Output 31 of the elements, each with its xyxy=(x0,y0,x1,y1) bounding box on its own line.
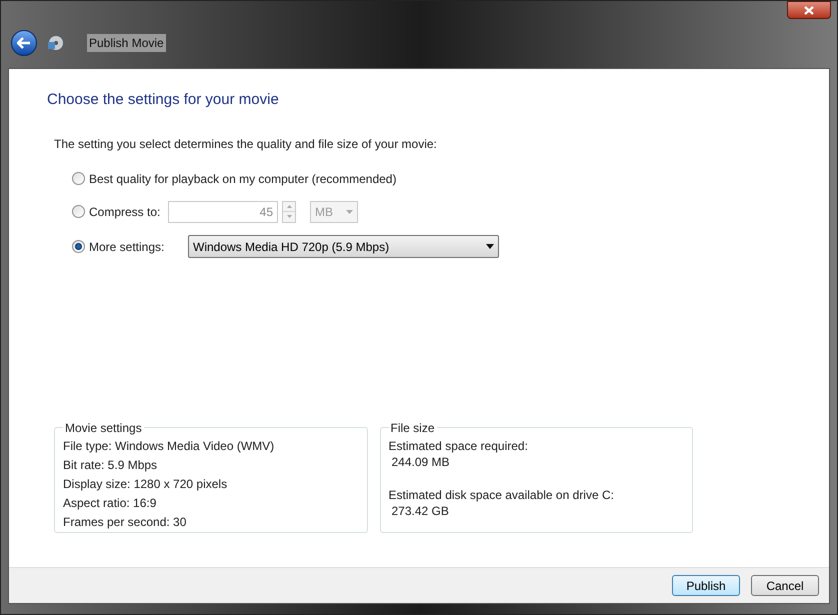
option-label: Compress to: xyxy=(89,204,162,220)
option-label: More settings: xyxy=(89,238,166,256)
size-label: Estimated disk space available on drive C: xyxy=(388,486,615,502)
setting-text: File type: Windows Media Video (WMV) xyxy=(63,438,276,454)
setting-text: Bit rate: 5.9 Mbps xyxy=(63,456,158,472)
setting-text: Display size: 1280 x 720 pixels xyxy=(63,476,228,492)
radio-button[interactable] xyxy=(72,172,85,185)
intro-text: The setting you select determines the quality and file size of your movie: xyxy=(54,136,438,152)
radio-button[interactable] xyxy=(72,240,85,253)
caret-icon xyxy=(346,210,353,214)
window-title: Publish Movie xyxy=(87,34,166,52)
setting-text: Aspect ratio: 16:9 xyxy=(63,494,158,510)
page-heading: Choose the settings for your movie xyxy=(47,90,280,110)
caret-icon xyxy=(486,244,494,249)
size-value: 244.09 MB xyxy=(392,454,451,470)
settings-dropdown[interactable]: Windows Media HD 720p (5.9 Mbps) xyxy=(188,235,499,258)
movie-disc-icon xyxy=(47,35,63,51)
dialog-button[interactable]: Cancel xyxy=(751,575,819,596)
option-label: Best quality for playback on my computer (recommended) xyxy=(89,170,396,188)
back-arrow-icon xyxy=(17,37,31,49)
size-value: 273.42 GB xyxy=(392,502,450,518)
close-icon xyxy=(804,6,814,14)
close-button[interactable] xyxy=(787,1,831,19)
group-title: Movie settings xyxy=(64,420,143,436)
size-label: Estimated space required: xyxy=(388,438,529,454)
up-arrow-icon xyxy=(286,204,292,208)
down-arrow-icon xyxy=(286,215,292,218)
setting-text: Frames per second: 30 xyxy=(63,514,188,530)
back-button[interactable] xyxy=(11,30,37,56)
group-title: File size xyxy=(390,420,436,436)
dialog-button[interactable]: Publish xyxy=(672,575,740,596)
